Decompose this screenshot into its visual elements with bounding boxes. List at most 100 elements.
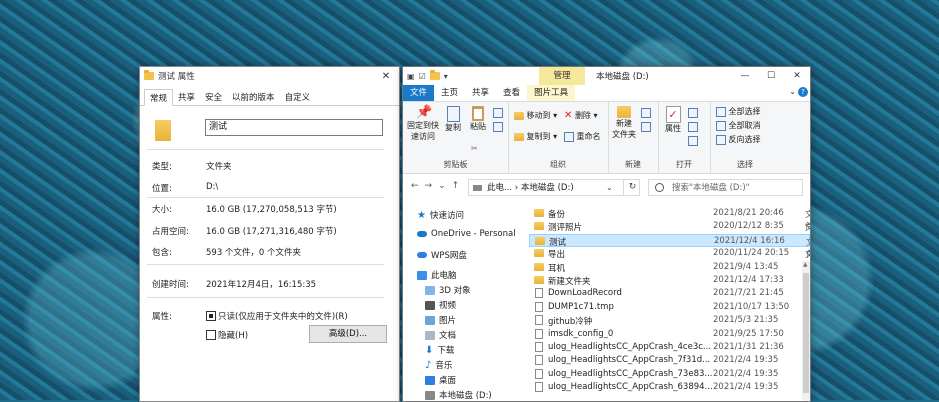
download-icon: ⬇	[425, 344, 434, 356]
easy-access-icon[interactable]	[641, 122, 651, 132]
history-icon[interactable]	[688, 136, 698, 146]
select-none-button[interactable]: 全部取消	[716, 120, 761, 131]
readonly-checkbox[interactable]	[206, 311, 216, 321]
move-to-button[interactable]: 移动到 ▾	[514, 110, 557, 121]
pin-to-quick-access-button[interactable]: 📌 固定到快 速访问	[406, 106, 440, 142]
file-date: 2020/11/24 20:15	[713, 248, 790, 259]
tab-security[interactable]: 安全	[200, 89, 227, 105]
nav-wps-drive[interactable]: WPS网盘	[417, 249, 467, 261]
new-item-icon[interactable]	[641, 108, 651, 118]
file-row[interactable]: imsdk_config_02021/9/25 17:50文件	[529, 328, 810, 353]
scroll-up-icon[interactable]: ▲	[803, 261, 808, 268]
open-icon[interactable]	[688, 108, 698, 118]
file-date: 2021/5/3 21:35	[713, 315, 779, 326]
file-row[interactable]: github冷钟2021/5/3 21:35文件	[529, 314, 810, 339]
minimize-icon[interactable]: —	[732, 67, 758, 85]
drive-icon	[425, 390, 435, 400]
close-icon[interactable]: ✕	[373, 71, 399, 82]
select-none-icon	[716, 120, 726, 131]
pin-icon: 📌	[416, 105, 433, 120]
folder-icon	[514, 111, 524, 120]
file-name: 备份	[548, 210, 566, 220]
nav-documents[interactable]: 文档	[425, 329, 456, 341]
vertical-scrollbar[interactable]: ▲	[802, 261, 810, 401]
nav-onedrive[interactable]: OneDrive - Personal	[417, 229, 516, 239]
folder-name-input[interactable]: 测试	[205, 119, 383, 136]
nav-desktop[interactable]: 桌面	[425, 374, 456, 386]
tab-picture-tools[interactable]: 图片工具	[527, 85, 576, 101]
tab-view[interactable]: 查看	[496, 85, 527, 101]
nav-videos[interactable]: 视频	[425, 299, 456, 311]
file-name: imsdk_config_0	[548, 328, 614, 339]
nav-pictures[interactable]: 图片	[425, 314, 456, 326]
tab-general[interactable]: 常规	[144, 89, 174, 106]
nav-this-pc[interactable]: 此电脑	[417, 269, 457, 281]
file-row[interactable]: 耳机2021/9/4 13:45文件	[529, 261, 810, 286]
explorer-titlebar[interactable]: ▣ ☑ ▾ 管理 本地磁盘 (D:) — ☐ ✕	[403, 67, 810, 85]
file-date: 2021/2/4 19:35	[713, 368, 779, 379]
folder-icon[interactable]	[429, 70, 440, 80]
select-all-button[interactable]: 全部选择	[716, 106, 761, 117]
file-row[interactable]: DUMP1c71.tmp2021/10/17 13:50TM	[529, 301, 810, 314]
delete-button[interactable]: ✕ 删除 ▾	[564, 110, 598, 121]
chevron-down-icon[interactable]: ⌄	[789, 87, 796, 96]
file-row[interactable]: ulog_HeadlightsCC_AppCrash_7f31d... 2021/…	[529, 354, 810, 367]
chevron-down-icon[interactable]: ⌄	[606, 183, 613, 192]
nav-downloads[interactable]: ⬇ 下载	[425, 344, 454, 357]
file-row[interactable]: 新建文件夹2021/12/4 17:33文件	[529, 274, 810, 299]
small-icon[interactable]	[493, 108, 503, 118]
file-row[interactable]: 导出2020/11/24 20:15文件	[529, 247, 810, 272]
hidden-checkbox[interactable]	[206, 330, 216, 340]
tab-customize[interactable]: 自定义	[280, 89, 316, 105]
invert-selection-button[interactable]: 反向选择	[716, 134, 761, 145]
folder-icon	[534, 249, 544, 258]
paste-icon	[472, 106, 484, 121]
tab-home[interactable]: 主页	[434, 85, 465, 101]
file-row[interactable]: ulog_HeadlightsCC_AppCrash_4ce3c... 2021/…	[529, 341, 810, 354]
nav-quick-access[interactable]: ★ 快速访问	[417, 209, 464, 222]
manage-context-tab[interactable]: 管理	[539, 67, 585, 85]
tab-share[interactable]: 共享	[465, 85, 496, 101]
file-row[interactable]: 测评照片2020/12/12 8:35文件	[529, 220, 810, 245]
properties-button[interactable]: ✓ 属性	[664, 106, 682, 134]
dialog-tabs: 常规 共享 安全 以前的版本 自定义	[140, 89, 399, 106]
nav-music[interactable]: ♪ 音乐	[425, 359, 452, 372]
file-row[interactable]: 备份2021/8/21 20:46文件	[529, 207, 810, 232]
file-row[interactable]: ulog_HeadlightsCC_AppCrash_73e83... 2021/…	[529, 368, 810, 381]
copy-icon	[446, 106, 460, 122]
copy-to-button[interactable]: 复制到 ▾	[514, 131, 557, 142]
tab-previous-versions[interactable]: 以前的版本	[227, 89, 280, 105]
save-icon[interactable]: ▣	[407, 72, 415, 81]
window-title: 本地磁盘 (D:)	[596, 72, 649, 82]
file-name: 测评照片	[548, 223, 583, 234]
file-row[interactable]: ulog_HeadlightsCC_AppCrash_63894... 2021/…	[529, 381, 810, 394]
file-row[interactable]: 测试2021/12/4 16:16文件	[529, 233, 810, 260]
dialog-titlebar[interactable]: 测试 属性 ✕	[140, 67, 399, 85]
nav-3d-objects[interactable]: 3D 对象	[425, 284, 471, 296]
check-icon[interactable]: ☑	[419, 72, 426, 81]
rename-button[interactable]: 重命名	[564, 131, 601, 142]
dropdown-icon[interactable]: ▾	[444, 72, 448, 81]
group-label: 剪贴板	[443, 160, 468, 169]
new-folder-button[interactable]: 新建 文件夹	[611, 106, 637, 140]
paste-button[interactable]: 粘贴	[468, 106, 488, 132]
address-bar[interactable]: 此电... › 本地磁盘 (D:)	[468, 179, 640, 196]
close-icon[interactable]: ✕	[784, 67, 810, 85]
scrollbar-thumb[interactable]	[803, 273, 809, 393]
maximize-icon[interactable]: ☐	[758, 67, 784, 85]
cut-icon[interactable]: ✂	[471, 144, 478, 153]
navigation-buttons[interactable]: ←→⌄↑	[411, 181, 465, 191]
copy-button[interactable]: 复制	[443, 106, 463, 133]
folder-icon	[534, 262, 544, 271]
help-icon[interactable]: ?	[798, 87, 808, 97]
advanced-button[interactable]: 高级(D)...	[309, 325, 387, 343]
file-row[interactable]: DownLoadRecord2021/7/21 21:45配置	[529, 287, 810, 312]
file-date: 2021/2/4 19:35	[713, 355, 779, 366]
search-input[interactable]: 搜索"本地磁盘 (D:)"	[648, 179, 803, 196]
tab-sharing[interactable]: 共享	[173, 89, 200, 105]
nav-local-disk-d[interactable]: 本地磁盘 (D:)	[425, 389, 492, 401]
tab-file[interactable]: 文件	[403, 85, 435, 101]
small-icon[interactable]	[493, 122, 503, 132]
edit-icon[interactable]	[688, 122, 698, 132]
refresh-icon[interactable]: ↻	[623, 179, 641, 196]
